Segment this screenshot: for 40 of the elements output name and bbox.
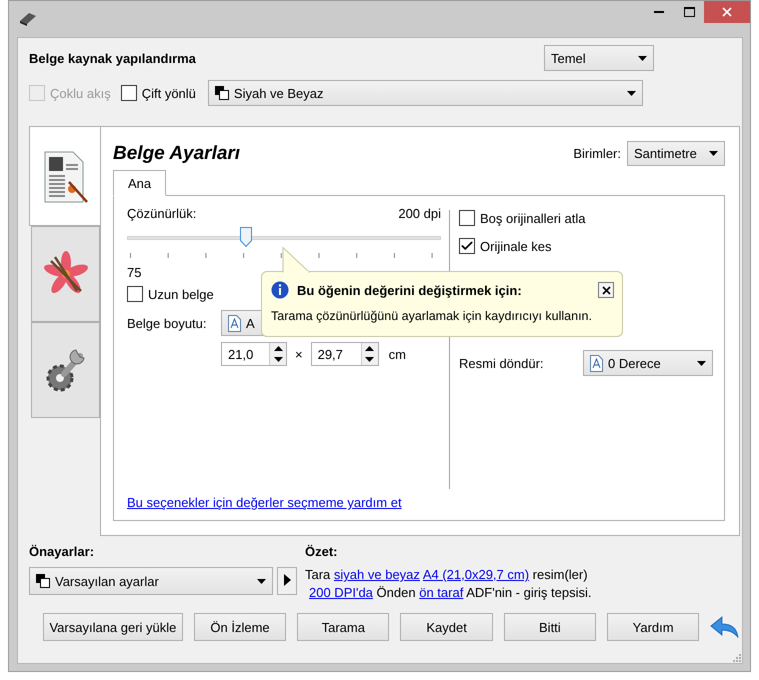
action-button[interactable]: Kaydet	[400, 613, 493, 641]
action-button[interactable]: Ön İzleme	[194, 613, 286, 641]
summary-label: Özet:	[305, 544, 338, 559]
summary-text: 200 DPI'da Önden ön taraf ADF'nin - giriş tepsisi.	[308, 585, 592, 600]
summary-link[interactable]: ön taraf	[419, 585, 464, 600]
checkbox-label: Çift yönlü	[142, 86, 196, 100]
presets-dropdown[interactable]: Varsayılan ayarlar	[29, 567, 273, 595]
checkbox-label: Çoklu akış	[50, 86, 111, 100]
summary-text: Tara siyah ve beyaz A4 (21,0x29,7 cm) resim(ler)	[305, 567, 589, 582]
color-mode-dropdown[interactable]: Siyah ve Beyaz	[208, 80, 643, 106]
units-dropdown[interactable]: Santimetre	[627, 141, 725, 166]
summary-link[interactable]: 200 DPI'da	[309, 585, 373, 600]
checkbox-label: Orijinale kes	[480, 238, 552, 254]
tooltip-text: Tarama çözünürlüğünü ayarlamak için kaydırıcıyı kullanın.	[271, 309, 592, 323]
presets-label: Önayarlar:	[29, 544, 96, 559]
summary-link[interactable]: A4 (21,0x29,7 cm)	[422, 567, 530, 582]
panel-title: Belge Ayarları	[113, 142, 240, 164]
times-sign: ×	[295, 346, 303, 362]
action-button[interactable]: Bitti	[504, 613, 596, 641]
action-button[interactable]: Varsayılana geri yükle	[43, 613, 183, 641]
tooltip-title: Bu öğenin değerini değiştirmek için:	[297, 282, 523, 298]
summary-link[interactable]: siyah ve beyaz	[334, 567, 420, 582]
resolution-reading: 200 dpi	[398, 206, 441, 221]
section-title: Belge kaynak yapılandırma	[29, 50, 196, 66]
help-link[interactable]: Bu seçenekler için değerler seçmeme yardım et	[127, 495, 402, 510]
size-label: Belge boyutu:	[127, 316, 208, 330]
min-label: 75	[127, 265, 142, 280]
rotate-dropdown[interactable]: 0 Derece	[583, 350, 713, 376]
units-label: Birimler:	[573, 146, 621, 161]
checkbox-label: Boş orijinalleri atla	[480, 210, 586, 226]
checkbox-label: Uzun belge	[148, 286, 214, 302]
tab[interactable]: Ana	[113, 170, 166, 196]
action-button[interactable]: Tarama	[297, 613, 390, 641]
height-spinbox[interactable]: 29,7	[310, 342, 379, 366]
width-spinbox[interactable]: 21,0	[221, 342, 287, 366]
unit-label: cm	[388, 346, 406, 362]
action-button[interactable]: Yardım	[607, 613, 700, 641]
mode-dropdown[interactable]: Temel	[544, 45, 654, 71]
rotate-label: Resmi döndür:	[459, 356, 545, 370]
resolution-label: Çözünürlük:	[127, 206, 196, 221]
